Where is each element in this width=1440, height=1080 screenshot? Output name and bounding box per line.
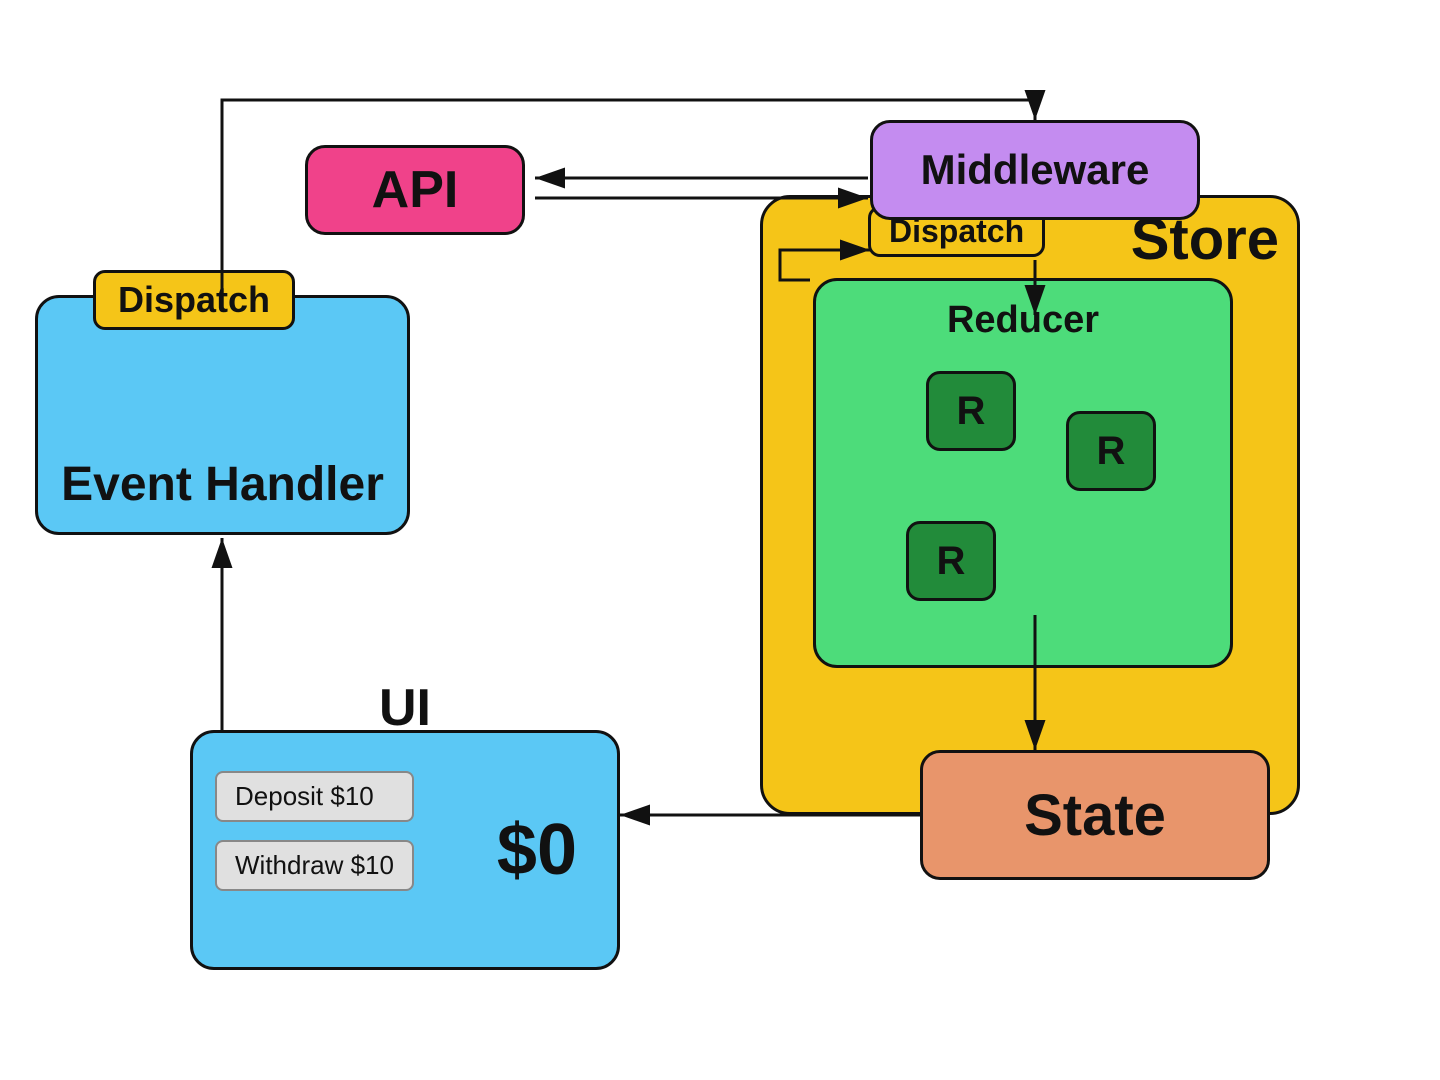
dispatch-badge-eh: Dispatch <box>93 270 295 330</box>
state-box: State <box>920 750 1270 880</box>
reducer-box: Reducer R R R <box>813 278 1233 668</box>
event-handler-label: Event Handler <box>61 457 384 512</box>
ui-box: UI Deposit $10 Withdraw $10 $0 <box>190 730 620 970</box>
r-box-2: R <box>1066 411 1156 491</box>
state-label: State <box>1024 782 1166 849</box>
api-label: API <box>372 160 459 220</box>
event-handler-box: Dispatch Event Handler <box>35 295 410 535</box>
ui-label: UI <box>379 678 431 738</box>
reducer-label: Reducer <box>947 299 1099 342</box>
r-box-3: R <box>906 521 996 601</box>
middleware-label: Middleware <box>921 146 1150 194</box>
dollar-label: $0 <box>497 809 577 891</box>
diagram: Store Dispatch Reducer R R R API Middlew… <box>0 0 1440 1080</box>
r-box-1: R <box>926 371 1016 451</box>
store-box: Store Dispatch Reducer R R R <box>760 195 1300 815</box>
deposit-button[interactable]: Deposit $10 <box>215 771 414 822</box>
withdraw-button[interactable]: Withdraw $10 <box>215 840 414 891</box>
middleware-box: Middleware <box>870 120 1200 220</box>
ui-buttons: Deposit $10 Withdraw $10 <box>215 771 414 891</box>
api-box: API <box>305 145 525 235</box>
